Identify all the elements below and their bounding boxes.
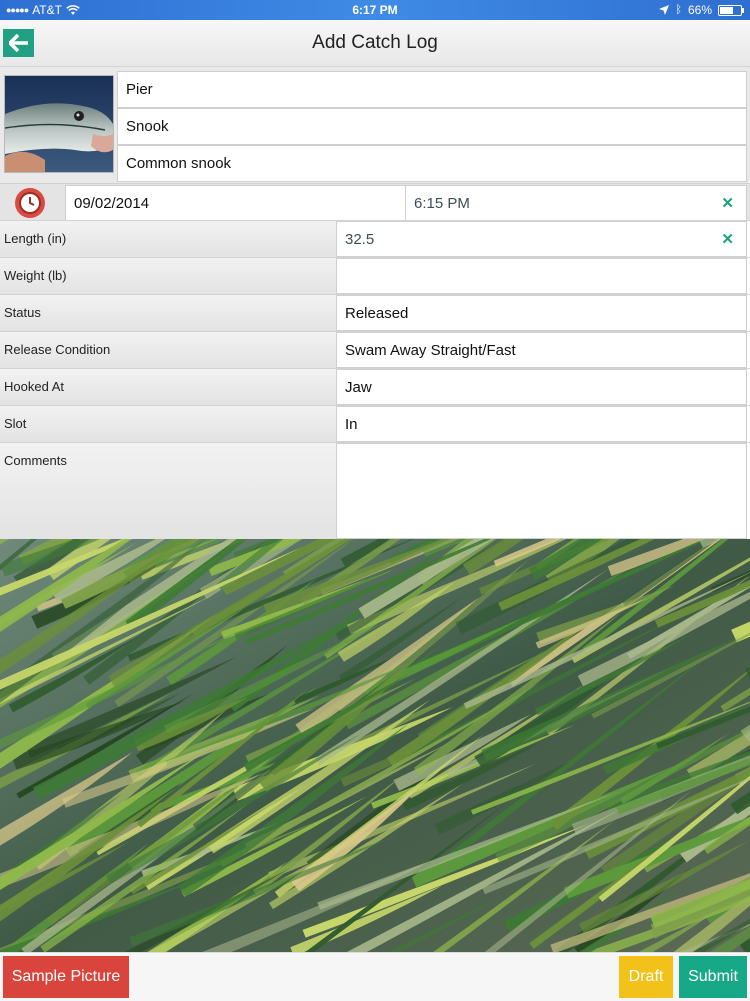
seagrass-image xyxy=(0,539,750,952)
clock-button[interactable] xyxy=(15,188,45,218)
page-title: Add Catch Log xyxy=(0,32,750,54)
clear-time-icon[interactable]: ✕ xyxy=(721,194,734,212)
status-time: 6:17 PM xyxy=(0,3,750,17)
length-label: Length (in) xyxy=(0,221,336,257)
battery-icon xyxy=(718,5,742,16)
common-name-value: Common snook xyxy=(126,155,231,172)
bottom-toolbar: Sample Picture Draft Submit xyxy=(0,952,750,1001)
time-field[interactable]: 6:15 PM ✕ xyxy=(405,185,747,221)
slot-value: In xyxy=(345,416,358,433)
comments-textarea[interactable] xyxy=(336,443,747,539)
status-row: Status Released xyxy=(0,294,750,331)
status-select[interactable]: Released xyxy=(336,295,747,331)
hooked-at-value: Jaw xyxy=(345,379,372,396)
nav-bar: Add Catch Log xyxy=(0,20,750,67)
release-condition-label: Release Condition xyxy=(0,332,336,368)
weight-label: Weight (lb) xyxy=(0,258,336,294)
status-value: Released xyxy=(345,305,408,322)
comments-label: Comments xyxy=(0,443,336,539)
clock-icon xyxy=(15,188,45,218)
battery-percent: 66% xyxy=(688,3,712,17)
slot-select[interactable]: In xyxy=(336,406,747,442)
slot-row: Slot In xyxy=(0,405,750,442)
seagrass-photo xyxy=(0,539,750,952)
date-time-row: 09/02/2014 6:15 PM ✕ xyxy=(0,183,750,221)
weight-input[interactable] xyxy=(336,258,747,294)
bluetooth-icon: ᛒ xyxy=(675,4,682,16)
location-field[interactable]: Pier xyxy=(117,71,747,108)
length-value: 32.5 xyxy=(345,231,374,248)
catch-thumbnail[interactable] xyxy=(4,75,114,173)
date-value: 09/02/2014 xyxy=(74,195,149,212)
weight-row: Weight (lb) xyxy=(0,257,750,294)
date-field[interactable]: 09/02/2014 xyxy=(65,185,406,221)
comments-row: Comments xyxy=(0,442,750,539)
status-label: Status xyxy=(0,295,336,331)
length-input[interactable]: 32.5 ✕ xyxy=(336,221,747,257)
species-field[interactable]: Snook xyxy=(117,108,747,145)
time-value: 6:15 PM xyxy=(414,195,470,212)
release-condition-select[interactable]: Swam Away Straight/Fast xyxy=(336,332,747,368)
release-condition-value: Swam Away Straight/Fast xyxy=(345,342,516,359)
species-value: Snook xyxy=(126,118,169,135)
status-bar: ●●●●● AT&T 6:17 PM ᛒ 66% xyxy=(0,0,750,20)
catch-summary: Pier Snook Common snook xyxy=(0,67,750,183)
release-condition-row: Release Condition Swam Away Straight/Fas… xyxy=(0,331,750,368)
length-row: Length (in) 32.5 ✕ xyxy=(0,220,750,257)
clear-length-icon[interactable]: ✕ xyxy=(721,230,734,248)
hooked-at-label: Hooked At xyxy=(0,369,336,405)
hooked-at-select[interactable]: Jaw xyxy=(336,369,747,405)
location-arrow-icon xyxy=(659,5,669,15)
hooked-at-row: Hooked At Jaw xyxy=(0,368,750,405)
common-name-field[interactable]: Common snook xyxy=(117,145,747,182)
sample-picture-button[interactable]: Sample Picture xyxy=(3,956,129,998)
location-value: Pier xyxy=(126,81,153,98)
slot-label: Slot xyxy=(0,406,336,442)
draft-button[interactable]: Draft xyxy=(619,956,673,998)
submit-button[interactable]: Submit xyxy=(679,956,747,998)
fish-photo xyxy=(5,76,113,172)
